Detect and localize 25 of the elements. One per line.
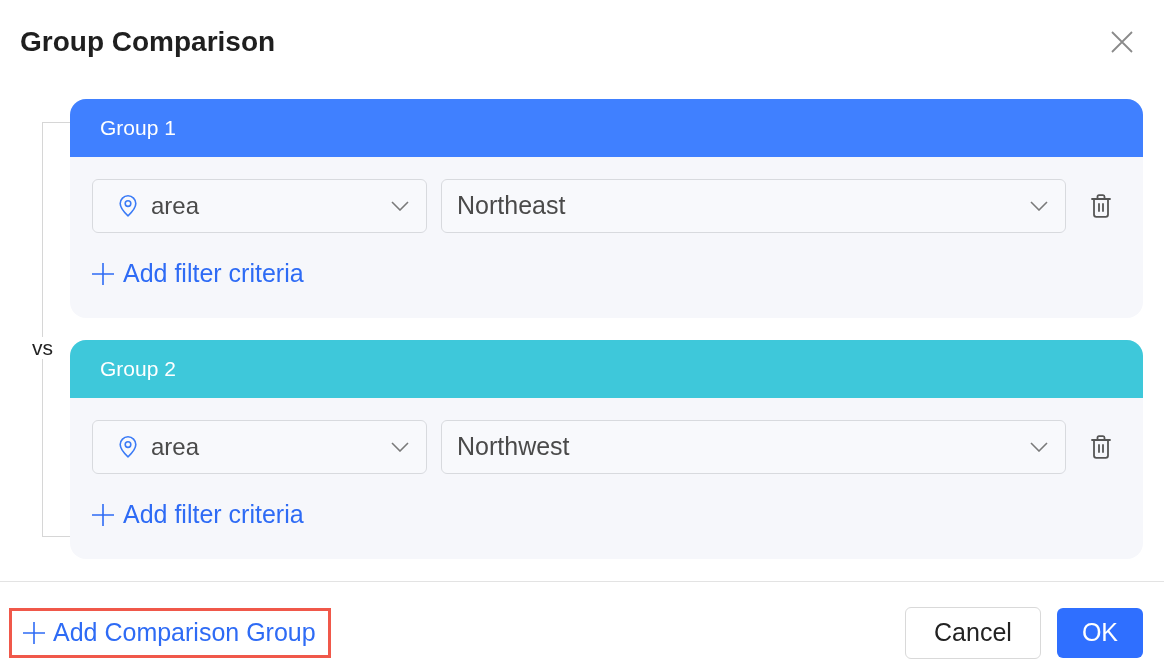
add-filter-link[interactable]: Add filter criteria xyxy=(92,259,304,289)
trash-icon[interactable] xyxy=(1091,435,1111,459)
plus-icon xyxy=(23,622,45,644)
value-select[interactable]: Northeast xyxy=(441,179,1066,233)
map-pin-icon xyxy=(119,436,137,458)
ok-button[interactable]: OK xyxy=(1056,608,1143,658)
trash-icon[interactable] xyxy=(1091,194,1111,218)
value-select[interactable]: Northwest xyxy=(441,420,1066,474)
chevron-down-icon xyxy=(391,442,409,452)
group-title: Group 2 xyxy=(100,356,176,383)
chevron-down-icon xyxy=(1030,201,1048,211)
close-icon[interactable] xyxy=(1111,31,1133,53)
add-comparison-group-button[interactable]: Add Comparison Group xyxy=(9,608,331,658)
group-title: Group 1 xyxy=(100,115,176,142)
cancel-button[interactable]: Cancel xyxy=(905,607,1041,659)
map-pin-icon xyxy=(119,195,137,217)
chevron-down-icon xyxy=(391,201,409,211)
plus-icon xyxy=(92,504,114,526)
chevron-down-icon xyxy=(1030,442,1048,452)
dialog-title: Group Comparison xyxy=(20,25,276,59)
vs-label: vs xyxy=(32,337,53,359)
plus-icon xyxy=(92,263,114,285)
field-select[interactable]: area xyxy=(92,420,427,474)
add-filter-link[interactable]: Add filter criteria xyxy=(92,500,304,530)
field-select[interactable]: area xyxy=(92,179,427,233)
